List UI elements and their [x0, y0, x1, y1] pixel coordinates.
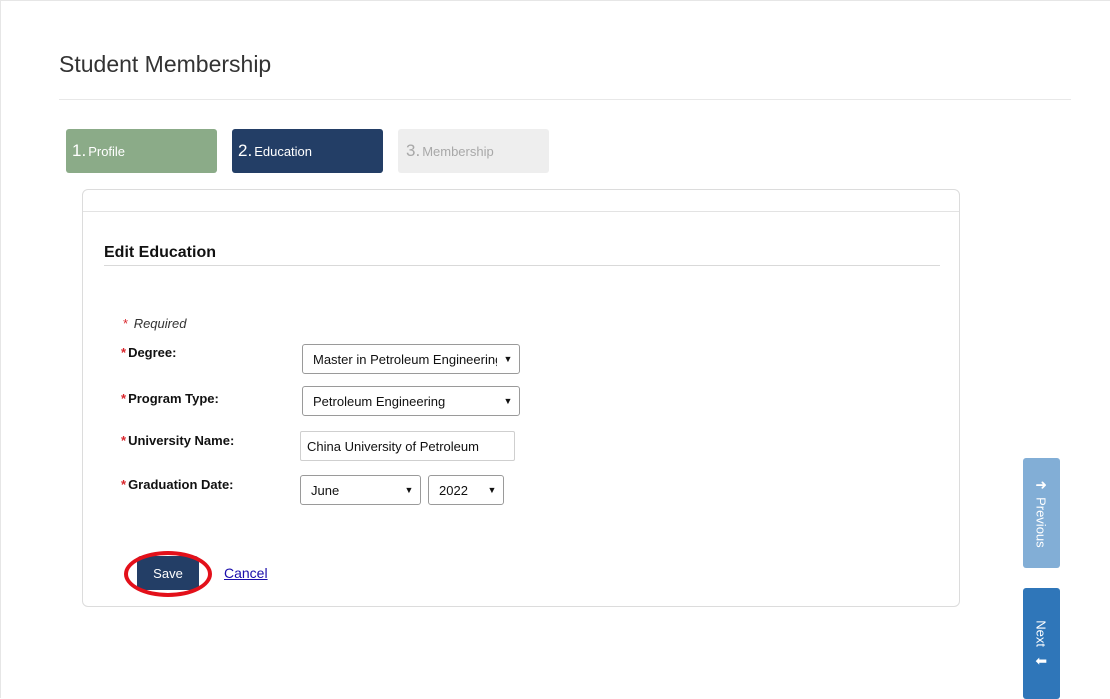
graduation-month-value: June	[311, 482, 340, 498]
program-type-label-text: Program Type:	[128, 391, 219, 406]
degree-label: * Degree:	[121, 345, 176, 360]
title-divider	[59, 99, 1071, 100]
degree-select[interactable]: Master in Petroleum Engineering ▼	[302, 344, 520, 374]
section-title: Edit Education	[104, 244, 216, 261]
required-star: *	[123, 316, 129, 331]
step-number: 3.	[406, 141, 421, 160]
degree-label-text: Degree:	[128, 345, 177, 360]
card-header-divider	[83, 211, 959, 212]
step-tab-membership[interactable]: 3. Membership	[398, 129, 549, 173]
education-card: Edit Education * Required * Degree: Maste…	[82, 189, 960, 607]
page-frame: Student Membership 1. Profile 2. Educati…	[0, 0, 1110, 699]
step-tab-education[interactable]: 2. Education	[232, 129, 383, 173]
caret-down-icon: ▼	[503, 354, 513, 364]
required-star: *	[121, 433, 127, 448]
required-star: *	[121, 345, 127, 360]
university-name-label-text: University Name:	[128, 433, 235, 448]
caret-down-icon: ▼	[503, 396, 513, 406]
section-divider	[104, 265, 940, 266]
graduation-year-value: 2022	[439, 482, 468, 498]
step-number: 2.	[238, 141, 253, 160]
next-label: Next	[1034, 620, 1049, 647]
graduation-date-label: * Graduation Date:	[121, 477, 234, 492]
program-type-label: * Program Type:	[121, 391, 219, 406]
next-button[interactable]: Next ⬅	[1023, 588, 1060, 699]
arrow-down-icon: ⬅	[1035, 652, 1048, 669]
previous-button[interactable]: ➜ Previous	[1023, 458, 1060, 568]
required-star: *	[121, 477, 127, 492]
required-star: *	[121, 391, 127, 406]
required-note: * Required	[123, 316, 186, 331]
graduation-date-label-text: Graduation Date:	[128, 477, 234, 492]
graduation-month-select[interactable]: June ▼	[300, 475, 421, 505]
graduation-year-select[interactable]: 2022 ▼	[428, 475, 504, 505]
program-type-select[interactable]: Petroleum Engineering ▼	[302, 386, 520, 416]
university-name-input[interactable]: China University of Petroleum	[300, 431, 515, 461]
university-name-value: China University of Petroleum	[307, 438, 479, 454]
caret-down-icon: ▼	[404, 485, 414, 495]
previous-label: Previous	[1034, 496, 1049, 548]
university-name-label: * University Name:	[121, 433, 234, 448]
program-type-value: Petroleum Engineering	[313, 393, 446, 409]
step-label: Profile	[88, 143, 126, 159]
page-title: Student Membership	[59, 51, 272, 77]
cancel-link[interactable]: Cancel	[224, 565, 268, 581]
degree-value: Master in Petroleum Engineering	[313, 351, 497, 367]
step-label: Membership	[422, 143, 494, 159]
save-button[interactable]: Save	[137, 556, 199, 590]
step-number: 1.	[72, 141, 87, 160]
required-note-text: Required	[133, 316, 187, 331]
caret-down-icon: ▼	[487, 485, 497, 495]
step-label: Education	[254, 143, 313, 159]
step-tab-profile[interactable]: 1. Profile	[66, 129, 217, 173]
arrow-up-icon: ➜	[1035, 476, 1048, 493]
